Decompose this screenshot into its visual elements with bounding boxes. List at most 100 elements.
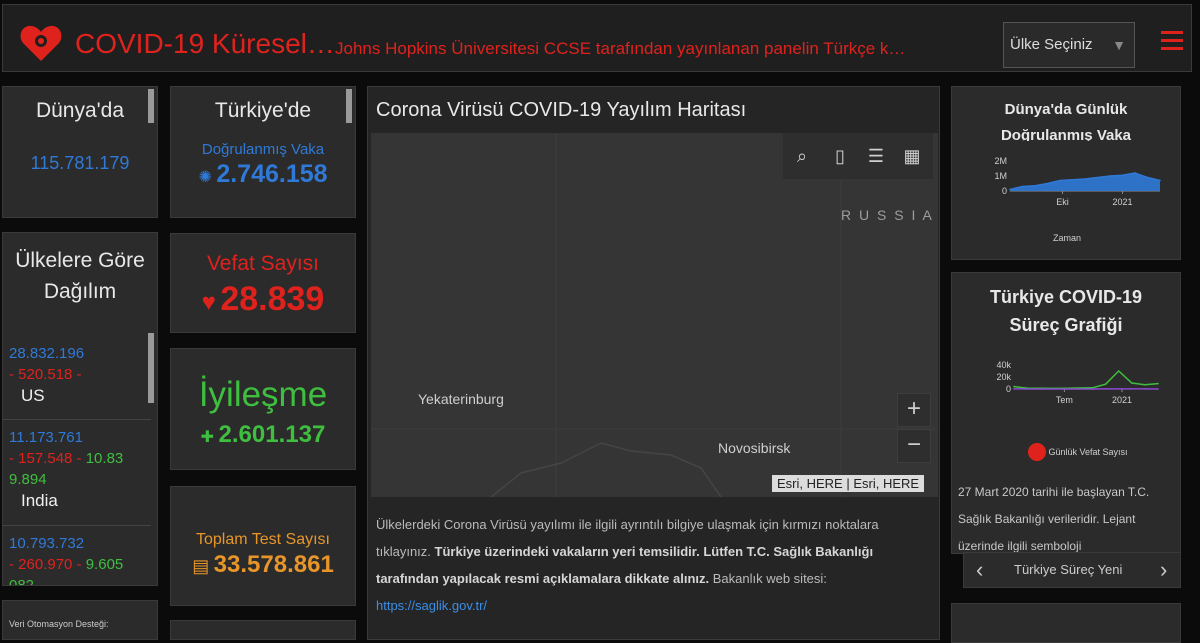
turkey-chart-legend[interactable]: Günlük Vefat Sayısı (1028, 443, 1128, 461)
divider (3, 525, 151, 526)
data-point (1097, 177, 1099, 179)
map-view[interactable]: ⌕ ▯ ☰ ▦ R U S S I A Yekaterinburg Novosi… (371, 133, 938, 497)
bottom-right-card (951, 603, 1181, 643)
scrollbar[interactable] (148, 89, 154, 123)
y-tick-label: 1M (994, 171, 1007, 181)
turkey-confirmed-value: 2.746.158 (216, 160, 327, 188)
country-select-dropdown[interactable]: Ülke Seçiniz ▼ (1003, 22, 1135, 68)
data-point (1013, 388, 1015, 390)
turkey-title: Türkiye'de (171, 99, 355, 123)
data-point (1118, 388, 1120, 390)
map-label-novosibirsk: Novosibirsk (718, 440, 790, 456)
country-confirmed: 11.173.761 (9, 427, 147, 448)
country-list-card: Ülkelere Göre Dağılım 28.832.196 - 520.5… (2, 232, 158, 586)
turkey-chart-nav-label: Türkiye Süreç Yeni (1014, 562, 1122, 577)
data-point (1134, 172, 1136, 174)
turkey-deaths-value: 28.839 (220, 280, 324, 318)
data-point (1109, 175, 1111, 177)
data-point (1084, 178, 1086, 180)
data-point (1013, 386, 1015, 388)
data-point (1047, 183, 1049, 185)
data-point (1034, 185, 1036, 187)
data-point (1131, 382, 1133, 384)
turkey-process-chart-card: Türkiye COVID-19 Süreç Grafiği 0 20k 40k Te… (951, 272, 1181, 554)
list-icon[interactable]: ☰ (859, 139, 893, 173)
chevron-right-icon[interactable]: › (1160, 557, 1167, 583)
country-confirmed: 28.832.196 (9, 343, 147, 364)
search-icon[interactable]: ⌕ (785, 139, 819, 173)
heart-virus-icon (19, 23, 63, 63)
data-point (1039, 388, 1041, 390)
x-tick-label: Eki (1056, 197, 1069, 207)
turkey-recovered-value: 2.601.137 (219, 421, 326, 448)
world-title: Dünya'da (3, 99, 157, 123)
map-attribution[interactable]: Esri, HERE | Esri, HERE (772, 475, 924, 492)
hamburger-menu-icon[interactable] (1161, 31, 1183, 53)
bookmark-icon[interactable]: ▯ (823, 139, 857, 173)
country-deaths: - 520.518 - (9, 364, 147, 385)
country-name: US (21, 385, 147, 406)
turkey-confirmed-card: Türkiye'de Doğrulanmış Vaka ✺ 2.746.158 (170, 86, 356, 218)
qr-grid-icon[interactable]: ▦ (895, 139, 929, 173)
world-total-value: 115.781.179 (3, 153, 157, 174)
turkey-deaths-label: Vefat Sayısı (171, 252, 355, 276)
recovery-icon: ✚ (201, 429, 214, 446)
turkey-chart-nav: ‹ Türkiye Süreç Yeni › (963, 552, 1181, 588)
data-point (1092, 388, 1094, 390)
zoom-in-button[interactable]: + (897, 393, 931, 427)
world-daily-chart-title: Dünya'da Günlük Doğrulanmış Vaka (991, 97, 1141, 141)
app-header: COVID-19 Küresel… Johns Hopkins Üniversi… (2, 4, 1192, 72)
y-tick-label: 40k (996, 360, 1011, 370)
country-deaths: - 157.548 - (9, 450, 82, 467)
legend-label: Günlük Vefat Sayısı (1049, 447, 1128, 457)
country-name: India (21, 490, 147, 511)
y-tick-label: 0 (1006, 384, 1011, 394)
data-point (1147, 177, 1149, 179)
scrollbar[interactable] (148, 333, 154, 403)
chevron-down-icon: ▼ (1112, 37, 1126, 53)
series-line (1014, 371, 1158, 388)
data-automation-text: Veri Otomasyon Desteği: (9, 619, 157, 629)
country-deaths: - 260.970 - (9, 556, 82, 573)
world-daily-chart-card: Dünya'da Günlük Doğrulanmış Vaka 01M2MEk… (951, 86, 1181, 260)
data-point (1052, 388, 1054, 390)
country-list-title-line1: Ülkelere Göre (3, 245, 157, 276)
data-point (1144, 388, 1146, 390)
world-daily-chart[interactable]: 01M2MEki2021 (952, 145, 1181, 245)
turkey-recovered-row: ✚ 2.601.137 (171, 421, 355, 449)
data-point (1066, 388, 1068, 390)
map-toolbar: ⌕ ▯ ☰ ▦ (783, 133, 933, 179)
turkey-recovered-label: İyileşme (171, 375, 355, 415)
y-tick-label: 20k (996, 372, 1011, 382)
scrollbar[interactable] (346, 89, 352, 123)
chevron-left-icon[interactable]: ‹ (976, 557, 983, 583)
zoom-out-button[interactable]: − (897, 429, 931, 463)
data-automation-card: Veri Otomasyon Desteği: (2, 600, 158, 640)
list-item[interactable]: 10.793.732 - 260.970 - 9.605 082 (9, 533, 147, 586)
list-item[interactable]: 11.173.761 - 157.548 - 10.83 9.894 India (9, 427, 147, 511)
map-description: Ülkelerdeki Corona Virüsü yayılımı ile i… (376, 511, 932, 619)
map-card: Corona Virüsü COVID-19 Yayılım Haritası … (367, 86, 940, 640)
turkey-chart-title-line2: Süreç Grafiği (952, 311, 1180, 339)
list-item[interactable]: 28.832.196 - 520.518 - US (9, 343, 147, 406)
turkey-tests-row: ▤ 33.578.861 (171, 551, 355, 579)
data-point (1105, 383, 1107, 385)
turkey-tests-value: 33.578.861 (214, 551, 334, 578)
virus-icon: ✺ (198, 169, 211, 186)
country-select-value: Ülke Seçiniz (1010, 36, 1093, 53)
y-tick-label: 0 (1002, 186, 1007, 196)
legend-swatch-icon (1028, 443, 1046, 461)
heart-icon: ♥ (202, 289, 216, 316)
x-tick-label: Tem (1056, 395, 1073, 405)
ministry-link[interactable]: https://saglik.gov.tr/ (376, 598, 487, 613)
data-point (1159, 180, 1161, 182)
world-daily-chart-xlabel: Zaman (952, 233, 1181, 243)
turkey-chart-text: 27 Mart 2020 tarihi ile başlayan T.C. Sa… (958, 479, 1172, 554)
data-point (1144, 384, 1146, 386)
country-confirmed: 10.793.732 (9, 533, 147, 554)
turkey-process-chart[interactable]: 020k40kTem2021 (952, 355, 1181, 425)
map-label-yekaterinburg: Yekaterinburg (418, 391, 504, 407)
turkey-deaths-card: Vefat Sayısı ♥ 28.839 (170, 233, 356, 333)
turkey-tests-card: Toplam Test Sayısı ▤ 33.578.861 (170, 486, 356, 606)
turkey-chart-title-line1: Türkiye COVID-19 (952, 283, 1180, 311)
